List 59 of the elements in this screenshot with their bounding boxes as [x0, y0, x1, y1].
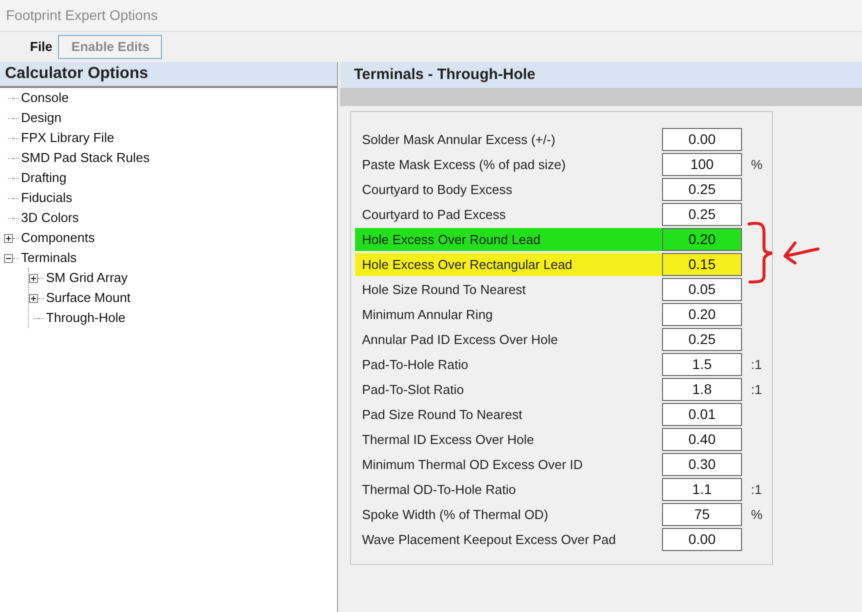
option-label: Thermal ID Excess Over Hole	[361, 430, 535, 449]
value-field[interactable]: 0.25	[662, 178, 742, 201]
value-field[interactable]: 0.15	[662, 253, 742, 276]
value-field[interactable]: 0.30	[662, 453, 742, 476]
tree-item[interactable]: Console	[21, 88, 69, 108]
value-field[interactable]: 0.00	[662, 528, 742, 551]
tree-item[interactable]: FPX Library File	[21, 128, 114, 148]
value-field[interactable]: 1.1	[662, 478, 742, 501]
tree-item[interactable]: Components	[21, 228, 95, 248]
option-label: Solder Mask Annular Excess (+/-)	[361, 130, 556, 149]
tree-item[interactable]: Fiducials	[21, 188, 72, 208]
value-field[interactable]: 75	[662, 503, 742, 526]
option-label: Minimum Thermal OD Excess Over ID	[361, 456, 584, 474]
unit-label: :1	[751, 380, 762, 399]
value-field[interactable]: 1.5	[662, 353, 742, 376]
value-field[interactable]: 100	[662, 153, 742, 176]
unit-label: :1	[751, 356, 762, 374]
tree-item[interactable]: SMD Pad Stack Rules	[21, 148, 150, 168]
tree-item[interactable]: Surface Mount	[46, 288, 131, 308]
option-label: Hole Excess Over Round Lead	[361, 230, 542, 249]
expand-icon[interactable]	[4, 234, 13, 242]
value-field[interactable]: 0.00	[662, 128, 742, 151]
option-label: Courtyard to Body Excess	[361, 180, 514, 199]
panel-title: Terminals - Through-Hole	[354, 64, 536, 85]
tree-item[interactable]: Design	[21, 108, 62, 128]
value-field[interactable]: 0.20	[662, 228, 742, 251]
unit-label: :1	[751, 480, 762, 499]
menu-item[interactable]: File	[30, 37, 52, 57]
option-label: Pad-To-Slot Ratio	[361, 380, 465, 399]
option-label: Hole Excess Over Rectangular Lead	[361, 256, 574, 274]
expand-icon[interactable]	[29, 274, 38, 282]
tree-item[interactable]: 3D Colors	[21, 208, 79, 228]
unit-label: %	[751, 506, 763, 524]
value-field[interactable]: 1.8	[662, 378, 742, 401]
value-field[interactable]: 0.25	[662, 203, 742, 226]
tree-item[interactable]: Through-Hole	[46, 308, 126, 328]
collapse-icon[interactable]	[4, 254, 13, 262]
value-field[interactable]: 0.01	[662, 403, 742, 426]
option-label: Thermal OD-To-Hole Ratio	[361, 480, 517, 499]
option-label: Spoke Width (% of Thermal OD)	[361, 506, 550, 524]
window-title: Footprint Expert Options	[6, 6, 158, 25]
option-label: Annular Pad ID Excess Over Hole	[361, 330, 559, 349]
sidebar-title: Calculator Options	[5, 64, 148, 84]
option-label: Courtyard to Pad Excess	[361, 206, 507, 224]
tree-item[interactable]: Terminals	[21, 248, 77, 268]
option-label: Pad Size Round To Nearest	[361, 406, 524, 424]
option-label: Minimum Annular Ring	[361, 306, 494, 324]
value-field[interactable]: 0.40	[662, 428, 742, 451]
unit-label: %	[751, 156, 763, 174]
option-label: Paste Mask Excess (% of pad size)	[361, 156, 567, 174]
option-label: Wave Placement Keepout Excess Over Pad	[361, 530, 617, 549]
tree-item[interactable]: Drafting	[21, 168, 67, 188]
expand-icon[interactable]	[29, 294, 38, 302]
value-field[interactable]: 0.05	[662, 278, 742, 301]
value-field[interactable]: 0.20	[662, 303, 742, 326]
tree-item[interactable]: SM Grid Array	[46, 268, 128, 288]
option-label: Pad-To-Hole Ratio	[361, 356, 470, 374]
option-label: Hole Size Round To Nearest	[361, 280, 527, 299]
value-field[interactable]: 0.25	[662, 328, 742, 351]
